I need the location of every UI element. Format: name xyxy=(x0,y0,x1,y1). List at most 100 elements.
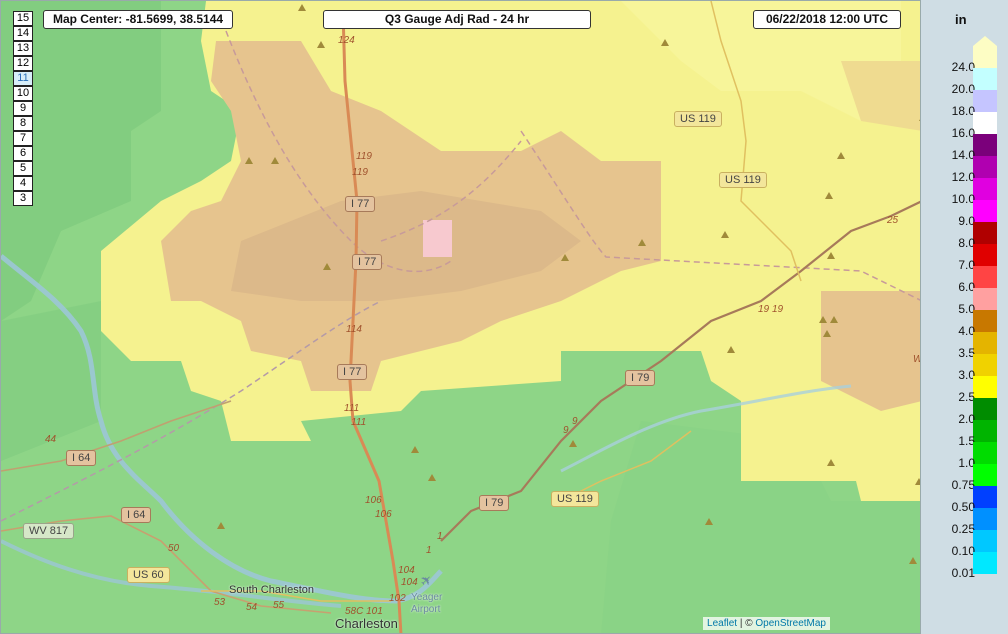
app-root: I 77 I 77 I 77 I 79 I 79 I 64 I 64 US 119 US 119… xyxy=(0,0,1008,634)
legend-swatch xyxy=(973,156,997,178)
legend-swatch xyxy=(973,200,997,222)
legend-row: 20.0 xyxy=(921,68,1008,96)
place-label: Yeager xyxy=(411,592,443,603)
legend-row: 12.0 xyxy=(921,156,1008,184)
place-label: Airport xyxy=(411,604,441,615)
road-number-label: 106 xyxy=(375,509,392,520)
legend-unit: in xyxy=(955,12,967,27)
zoom-level-14[interactable]: 14 xyxy=(13,26,33,41)
legend-row: 10.0 xyxy=(921,178,1008,206)
legend-swatch xyxy=(973,552,997,574)
legend-row: 18.0 xyxy=(921,90,1008,118)
legend-row: 1.5 xyxy=(921,420,1008,448)
legend-swatch xyxy=(973,46,997,68)
zoom-level-7[interactable]: 7 xyxy=(13,131,33,146)
legend-swatch xyxy=(973,112,997,134)
road-number-label: 53 xyxy=(214,597,226,608)
timestamp-label: 06/22/2018 12:00 UTC xyxy=(765,12,889,26)
road-number-label: 102 xyxy=(389,593,406,604)
road-number-label: 19 xyxy=(758,304,770,315)
zoom-level-13[interactable]: 13 xyxy=(13,41,33,56)
legend-row: 7.0 xyxy=(921,244,1008,272)
legend-swatch xyxy=(973,288,997,310)
legend-swatch xyxy=(973,420,997,442)
road-number-label: W xyxy=(913,354,920,365)
osm-link[interactable]: OpenStreetMap xyxy=(755,618,826,629)
map-center-box: Map Center: -81.5699, 38.5144 xyxy=(43,10,233,29)
legend-swatch xyxy=(973,266,997,288)
road-number-label: 9 xyxy=(563,425,569,436)
legend-label: 0.01 xyxy=(951,566,975,580)
road-number-label: 111 xyxy=(344,403,360,414)
map-view[interactable]: I 77 I 77 I 77 I 79 I 79 I 64 I 64 US 119 US 119… xyxy=(0,0,921,634)
legend-swatch xyxy=(973,222,997,244)
zoom-level-3[interactable]: 3 xyxy=(13,191,33,206)
road-number-label: 1 xyxy=(437,531,443,542)
legend-row: 0.01 xyxy=(921,552,1008,580)
legend-row: 0.25 xyxy=(921,508,1008,536)
route-shield: I 64 xyxy=(66,450,97,466)
legend-swatch xyxy=(973,332,997,354)
map-attribution: Leaflet | © OpenStreetMap xyxy=(703,617,830,630)
road-number-label: 111 xyxy=(351,417,367,428)
legend-swatch xyxy=(973,178,997,200)
road-number-label: 119 xyxy=(356,151,372,162)
zoom-level-9[interactable]: 9 xyxy=(13,101,33,116)
legend-swatch xyxy=(973,68,997,90)
route-shield: I 79 xyxy=(625,370,656,386)
map-center-label: Map Center: -81.5699, 38.5144 xyxy=(52,12,224,26)
zoom-level-8[interactable]: 8 xyxy=(13,116,33,131)
legend-swatch xyxy=(973,134,997,156)
legend-swatch xyxy=(973,442,997,464)
leaflet-link[interactable]: Leaflet xyxy=(707,618,737,629)
road-number-label: 19 xyxy=(772,304,784,315)
route-shield: I 79 xyxy=(479,495,510,511)
road-number-label: 25 xyxy=(887,215,899,226)
road-number-label: 114 xyxy=(346,324,362,335)
legend-row: 9.0 xyxy=(921,200,1008,228)
product-title-box: Q3 Gauge Adj Rad - 24 hr xyxy=(323,10,591,29)
legend-row: 5.0 xyxy=(921,288,1008,316)
legend-row: 1.0 xyxy=(921,442,1008,470)
place-label: Charleston xyxy=(335,616,398,631)
legend-swatch xyxy=(973,398,997,420)
legend-row: 2.0 xyxy=(921,398,1008,426)
legend-swatch xyxy=(973,90,997,112)
road-number-label: 44 xyxy=(45,434,57,445)
legend-arrow-icon xyxy=(973,36,997,46)
zoom-level-selector: 15 14 13 12 11 10 9 8 7 6 5 4 3 xyxy=(13,11,33,206)
zoom-level-6[interactable]: 6 xyxy=(13,146,33,161)
legend-swatch xyxy=(973,244,997,266)
zoom-level-12[interactable]: 12 xyxy=(13,56,33,71)
legend-swatch xyxy=(973,508,997,530)
legend-row: 4.0 xyxy=(921,310,1008,338)
route-shield: US 119 xyxy=(674,111,722,127)
road-number-label: 119 xyxy=(352,167,368,178)
legend-row: 0.50 xyxy=(921,486,1008,514)
zoom-level-4[interactable]: 4 xyxy=(13,176,33,191)
route-shield: I 64 xyxy=(121,507,152,523)
route-shield: WV 817 xyxy=(23,523,75,539)
zoom-level-5[interactable]: 5 xyxy=(13,161,33,176)
timestamp-box: 06/22/2018 12:00 UTC xyxy=(753,10,901,29)
zoom-level-15[interactable]: 15 xyxy=(13,11,33,26)
legend-row: 3.0 xyxy=(921,354,1008,382)
legend-row: 2.5 xyxy=(921,376,1008,404)
route-shield: US 119 xyxy=(551,491,599,507)
road-number-label: 58C 101 xyxy=(345,606,383,617)
road-number-label: 104 xyxy=(398,565,415,576)
legend-swatch xyxy=(973,464,997,486)
attribution-separator: | © xyxy=(737,618,756,629)
legend-row: 14.0 xyxy=(921,134,1008,162)
route-shield: US 119 xyxy=(719,172,767,188)
zoom-level-10[interactable]: 10 xyxy=(13,86,33,101)
road-number-label: 104 xyxy=(401,577,418,588)
road-number-label: 50 xyxy=(168,543,180,554)
legend-swatch xyxy=(973,310,997,332)
legend-row: 8.0 xyxy=(921,222,1008,250)
product-title: Q3 Gauge Adj Rad - 24 hr xyxy=(384,12,530,26)
road-number-label: 106 xyxy=(365,495,382,506)
zoom-level-11[interactable]: 11 xyxy=(13,71,33,86)
legend-swatch xyxy=(973,530,997,552)
route-shield: I 77 xyxy=(352,254,383,270)
